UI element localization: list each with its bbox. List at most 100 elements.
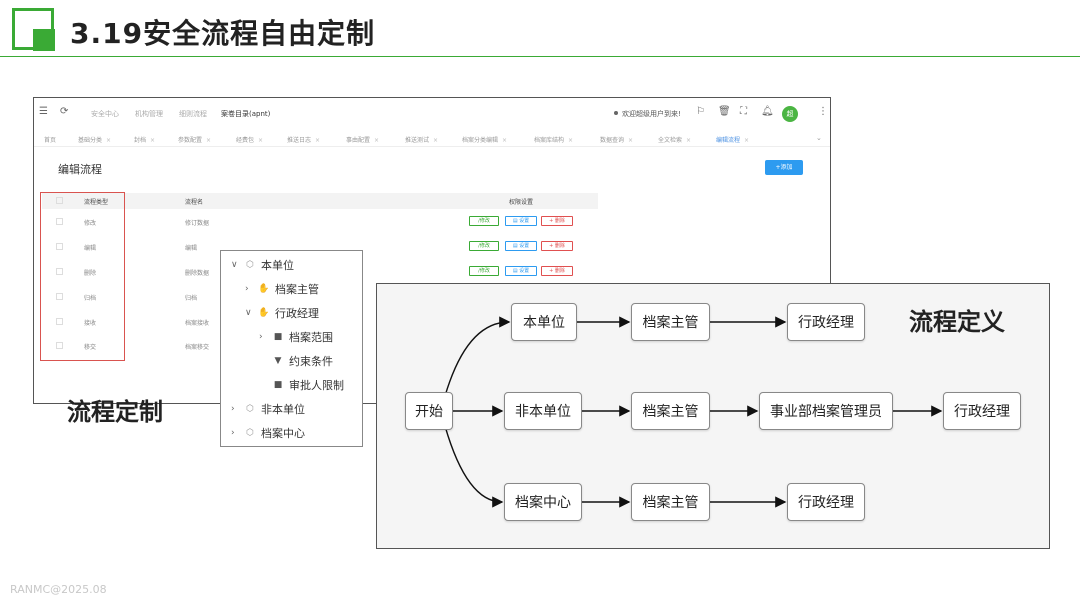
tree-item-label: 档案范围 (289, 331, 333, 344)
footer-watermark: RANMC@2025.08 (10, 583, 107, 596)
tree-item-archive-center[interactable]: › ⬡ 档案中心 (231, 425, 305, 441)
hand-icon: ✋ (258, 308, 270, 318)
flow-title: 流程定义 (909, 308, 1005, 336)
bell-icon[interactable]: 🔔︎ (761, 106, 774, 117)
flow-definition-panel: 流程定义 开始 本单位 档案主管 行政经理 非本单位 档案主管 事业部档案管理员… (376, 283, 1050, 549)
slide-title: 3.19安全流程自由定制 (70, 17, 376, 50)
trash-icon[interactable]: 🗑 (718, 106, 731, 117)
title-divider (0, 56, 1080, 57)
flow-node-own-unit[interactable]: 本单位 (511, 303, 577, 341)
welcome-text: 欢迎超级用户到来! (622, 110, 681, 118)
tab-archive-structure[interactable]: 档案库结构 × (534, 135, 573, 144)
tree-item-label: 约束条件 (289, 355, 333, 368)
fullscreen-icon[interactable]: ⛶ (740, 106, 747, 117)
flow-type-highlight (40, 192, 125, 361)
connector-start-to-own-unit (444, 316, 511, 397)
tree-item-constraints[interactable]: ▼ 约束条件 (259, 353, 333, 369)
delete-button[interactable]: + 删除 (541, 266, 573, 276)
flow-node-archive-supervisor[interactable]: 档案主管 (631, 303, 710, 341)
chevron-right-icon[interactable]: › (231, 404, 243, 414)
chevron-right-icon[interactable]: › (245, 284, 257, 294)
tree-item-label: 档案中心 (261, 427, 305, 440)
tab-params[interactable]: 参数配置 × (178, 135, 211, 144)
tab-seal[interactable]: 封档 × (134, 135, 155, 144)
tab-basic-category[interactable]: 基础分类 × (78, 135, 111, 144)
tree-item-own-unit[interactable]: ∨ ⬡ 本单位 (231, 257, 294, 273)
add-button[interactable]: +添加 (765, 160, 803, 175)
chevron-right-icon[interactable]: › (259, 332, 271, 342)
refresh-icon[interactable]: ⟳ (60, 106, 68, 117)
tree-item-label: 行政经理 (275, 307, 319, 320)
row-flow-name: 修订数据 (185, 220, 210, 227)
flow-node-division-archivist[interactable]: 事业部档案管理员 (759, 392, 893, 430)
cube-icon: ⬡ (246, 428, 254, 438)
flag-icon[interactable]: ⚐ (696, 106, 705, 117)
status-dot (614, 111, 618, 115)
hand-icon: ✋ (258, 284, 270, 294)
row-flow-name: 归档 (185, 295, 198, 302)
cube-icon: ⬡ (246, 404, 254, 414)
flow-node-archive-center[interactable]: 档案中心 (504, 483, 582, 521)
tree-item-archive-scope[interactable]: › ■ 档案范围 (259, 329, 333, 345)
chevron-down-icon[interactable]: ∨ (245, 308, 257, 318)
tree-item-label: 审批人限制 (289, 379, 344, 392)
cube-icon: ⬡ (246, 260, 254, 270)
tab-funding[interactable]: 经费包 × (236, 135, 263, 144)
page-heading: 编辑流程 (58, 163, 102, 176)
tree-item-approver-limit[interactable]: ■ 审批人限制 (259, 377, 344, 393)
tree-item-admin-manager[interactable]: ∨ ✋ 行政经理 (245, 305, 319, 321)
flow-node-start[interactable]: 开始 (405, 392, 453, 430)
tab-push-log[interactable]: 推送日志 × (287, 135, 320, 144)
row-flow-name: 档案移交 (185, 344, 210, 351)
menu-icon[interactable]: ☰ (39, 106, 48, 117)
nav-catalog[interactable]: 案卷目录(apnt) (221, 109, 270, 119)
settings-button[interactable]: ▤ 设置 (505, 266, 537, 276)
tab-data-query[interactable]: 数据查询 × (600, 135, 633, 144)
tree-item-archive-supervisor[interactable]: › ✋ 档案主管 (245, 281, 319, 297)
tab-bar: 首页 基础分类 × 封档 × 参数配置 × 经费包 × 推送日志 × 事由配置 × 推送测试… (34, 131, 830, 147)
caption-flow-customization: 流程定制 (67, 398, 163, 426)
nav-security-center[interactable]: 安全中心 (91, 109, 119, 119)
tab-push-test[interactable]: 推送测试 × (405, 135, 438, 144)
flow-node-admin-manager[interactable]: 行政经理 (943, 392, 1021, 430)
delete-button[interactable]: + 删除 (541, 241, 573, 251)
more-icon[interactable]: ⋮ (818, 106, 828, 117)
nav-rules-flow[interactable]: 细则流程 (179, 109, 207, 119)
chevron-down-icon[interactable]: ∨ (231, 260, 243, 270)
tree-item-other-unit[interactable]: › ⬡ 非本单位 (231, 401, 305, 417)
connector-start-to-archive-center (444, 425, 504, 508)
delete-button[interactable]: + 删除 (541, 216, 573, 226)
tree-item-label: 本单位 (261, 259, 294, 272)
header-permission: 权限设置 (509, 199, 534, 206)
slide-logo-fill (33, 29, 55, 51)
edit-button[interactable]: ∕修改 (469, 241, 499, 251)
edit-button[interactable]: ∕修改 (469, 216, 499, 226)
settings-button[interactable]: ▤ 设置 (505, 216, 537, 226)
filter-icon: ▼ (274, 356, 282, 366)
flow-node-admin-manager[interactable]: 行政经理 (787, 483, 865, 521)
tab-fulltext-search[interactable]: 全文检索 × (658, 135, 691, 144)
folder-icon: ■ (273, 332, 283, 342)
flow-node-archive-supervisor[interactable]: 档案主管 (631, 392, 710, 430)
tab-reason-config[interactable]: 事由配置 × (346, 135, 379, 144)
user-avatar[interactable]: 超 (782, 106, 798, 122)
flow-node-admin-manager[interactable]: 行政经理 (787, 303, 865, 341)
flow-node-archive-supervisor[interactable]: 档案主管 (631, 483, 710, 521)
flow-node-other-unit[interactable]: 非本单位 (504, 392, 582, 430)
tree-item-label: 非本单位 (261, 403, 305, 416)
tab-archive-category-edit[interactable]: 档案分类编辑 × (462, 135, 507, 144)
row-flow-name: 档案接收 (185, 320, 210, 327)
settings-button[interactable]: ▤ 设置 (505, 241, 537, 251)
chevron-down-icon[interactable]: ⌄ (816, 134, 822, 142)
org-tree-panel: ∨ ⬡ 本单位 › ✋ 档案主管 ∨ ✋ 行政经理 › ■ 档案范围 ▼ 约束条… (220, 250, 363, 447)
row-flow-name: 编辑 (185, 245, 198, 252)
header-flow-name: 流程名 (185, 199, 204, 206)
square-icon: ■ (273, 380, 283, 390)
tab-home[interactable]: 首页 (44, 135, 56, 144)
tree-item-label: 档案主管 (275, 283, 319, 296)
edit-button[interactable]: ∕修改 (469, 266, 499, 276)
chevron-right-icon[interactable]: › (231, 428, 243, 438)
row-flow-name: 删除数据 (185, 270, 210, 277)
tab-edit-flow[interactable]: 编辑流程 × (716, 135, 749, 144)
nav-org-management[interactable]: 机构管理 (135, 109, 163, 119)
